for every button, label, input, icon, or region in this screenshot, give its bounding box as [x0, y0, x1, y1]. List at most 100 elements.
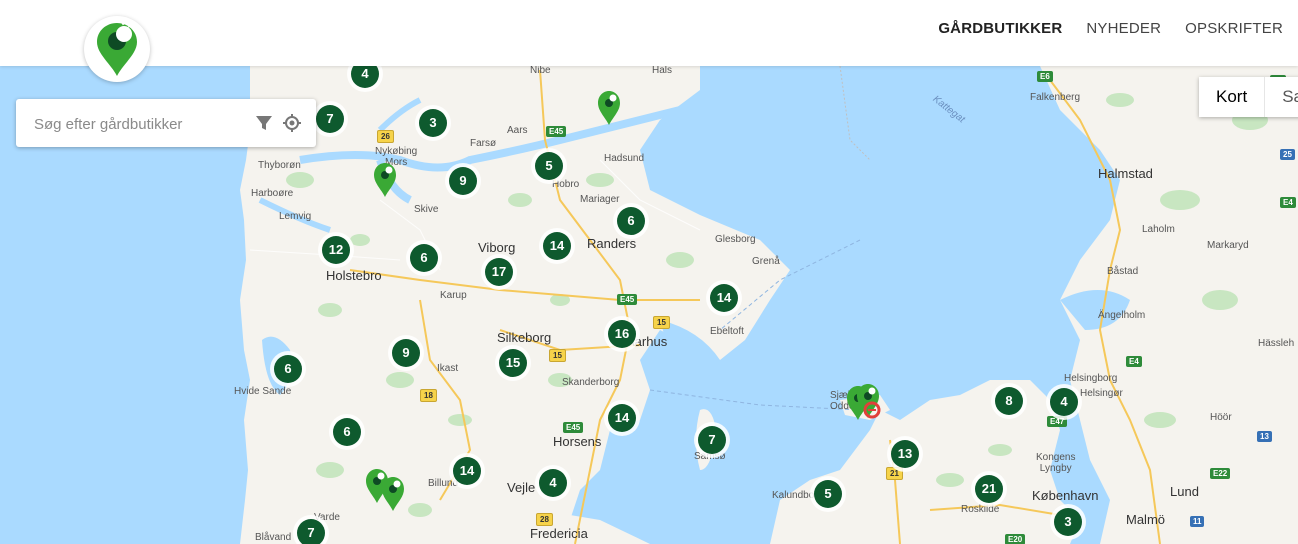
cluster-marker[interactable]: 6 — [333, 418, 361, 446]
road-shield: 11 — [1190, 516, 1205, 527]
place-label: Billund — [428, 478, 459, 489]
logo-pin-icon — [97, 21, 137, 76]
place-label: Mariager — [580, 194, 620, 205]
cluster-marker[interactable]: 14 — [710, 284, 738, 312]
place-label: Hässleh — [1258, 338, 1295, 349]
road-shield: 15 — [653, 316, 670, 329]
road-shield: E45 — [563, 422, 584, 433]
road-shield: 21 — [886, 467, 903, 480]
shop-pin-icon[interactable] — [596, 89, 622, 125]
road-shield: E20 — [1005, 534, 1026, 544]
place-label: Blåvand — [255, 532, 292, 543]
place-label: Falkenberg — [1030, 92, 1081, 103]
road-shield: 15 — [549, 349, 566, 362]
nav-nyheder[interactable]: NYHEDER — [1086, 20, 1161, 37]
place-label: Holstebro — [326, 268, 382, 283]
cluster-marker[interactable]: 8 — [995, 387, 1023, 415]
place-label: Grenå — [752, 256, 780, 267]
place-label: Lemvig — [279, 211, 312, 222]
place-label: Harboøre — [251, 188, 294, 199]
road-shield: E4 — [1280, 197, 1296, 208]
cluster-marker[interactable]: 4 — [1050, 388, 1078, 416]
cluster-marker[interactable]: 7 — [297, 519, 325, 544]
shop-pin-icon[interactable] — [372, 161, 398, 197]
place-label: København — [1032, 488, 1099, 503]
cluster-marker[interactable]: 16 — [608, 320, 636, 348]
place-label: Båstad — [1107, 266, 1139, 277]
road-shield: E45 — [617, 294, 638, 305]
map-type-satellite-button[interactable]: Sa — [1265, 77, 1298, 117]
cluster-marker[interactable]: 14 — [608, 404, 636, 432]
place-label: Ebeltoft — [710, 326, 744, 337]
place-label: Helsingborg — [1064, 373, 1118, 384]
map-type-control: Kort Sa — [1199, 77, 1298, 117]
place-label: Viborg — [478, 240, 516, 255]
cluster-marker[interactable]: 6 — [617, 207, 645, 235]
place-label: Halmstad — [1098, 166, 1153, 181]
cluster-marker[interactable]: 12 — [322, 236, 350, 264]
place-label: Höör — [1210, 412, 1232, 423]
place-label: Horsens — [553, 434, 602, 449]
road-shield: 18 — [420, 389, 437, 402]
place-label: Ikast — [437, 363, 459, 374]
place-label: Skanderborg — [562, 377, 620, 388]
place-label: Randers — [587, 236, 637, 251]
cluster-marker[interactable]: 9 — [449, 167, 477, 195]
cluster-marker[interactable]: 21 — [975, 475, 1003, 503]
place-label: Malmö — [1126, 512, 1166, 527]
locate-icon[interactable] — [282, 113, 302, 133]
place-label: Thyborøn — [258, 160, 301, 171]
cluster-marker[interactable]: 5 — [535, 152, 563, 180]
cluster-marker[interactable]: 14 — [453, 457, 481, 485]
road-shield: E4 — [1126, 356, 1142, 367]
place-label: Laholm — [1142, 224, 1175, 235]
place-label: Hadsund — [604, 153, 645, 164]
place-label: Farsø — [470, 138, 497, 149]
road-shield: 25 — [1280, 149, 1295, 160]
shop-pin-icon[interactable] — [380, 475, 406, 511]
cluster-marker[interactable]: 3 — [1054, 508, 1082, 536]
road-shield: 28 — [536, 513, 553, 526]
place-label: Silkeborg — [497, 330, 552, 345]
cluster-marker[interactable]: 7 — [698, 426, 726, 454]
cluster-marker[interactable]: 6 — [274, 355, 302, 383]
cluster-marker[interactable]: 6 — [410, 244, 438, 272]
place-label: Nibe — [530, 66, 551, 76]
filter-icon[interactable] — [254, 113, 274, 133]
highlight-target-icon[interactable] — [862, 400, 882, 420]
search-input[interactable] — [32, 99, 256, 149]
place-label: Markaryd — [1207, 240, 1249, 251]
nav-opskrifter[interactable]: OPSKRIFTER — [1185, 20, 1283, 37]
place-label: Glesborg — [715, 234, 756, 245]
place-label: Fredericia — [530, 526, 588, 541]
cluster-marker[interactable]: 15 — [499, 349, 527, 377]
cluster-marker[interactable]: 13 — [891, 440, 919, 468]
place-label: Hvide Sande — [234, 386, 292, 397]
main-nav: GÅRDBUTIKKER NYHEDER OPSKRIFTER — [938, 20, 1283, 37]
cluster-marker[interactable]: 17 — [485, 258, 513, 286]
place-label: Aars — [507, 125, 528, 136]
cluster-marker[interactable]: 9 — [392, 339, 420, 367]
place-label: Ängelholm — [1098, 310, 1146, 321]
cluster-marker[interactable]: 4 — [539, 469, 567, 497]
search-box — [16, 99, 316, 149]
place-label: Vejle — [507, 480, 536, 495]
road-shield: E6 — [1037, 71, 1053, 82]
place-label: Hals — [652, 66, 673, 76]
place-label: Kongens Lyngby — [1036, 452, 1076, 474]
place-label: Lund — [1170, 484, 1199, 499]
map-type-map-button[interactable]: Kort — [1199, 77, 1266, 117]
place-label: Hobro — [552, 179, 580, 190]
cluster-marker[interactable]: 5 — [814, 480, 842, 508]
place-label: Skive — [414, 204, 439, 215]
place-label: Roskilde — [961, 504, 1000, 515]
cluster-marker[interactable]: 7 — [316, 105, 344, 133]
nav-gaardbutikker[interactable]: GÅRDBUTIKKER — [938, 20, 1062, 37]
road-shield: 26 — [377, 130, 394, 143]
road-shield: E22 — [1210, 468, 1231, 479]
place-label: Karup — [440, 290, 467, 301]
cluster-marker[interactable]: 3 — [419, 109, 447, 137]
site-header: GÅRDBUTIKKER NYHEDER OPSKRIFTER — [0, 0, 1298, 66]
cluster-marker[interactable]: 14 — [543, 232, 571, 260]
site-logo[interactable] — [84, 16, 150, 82]
